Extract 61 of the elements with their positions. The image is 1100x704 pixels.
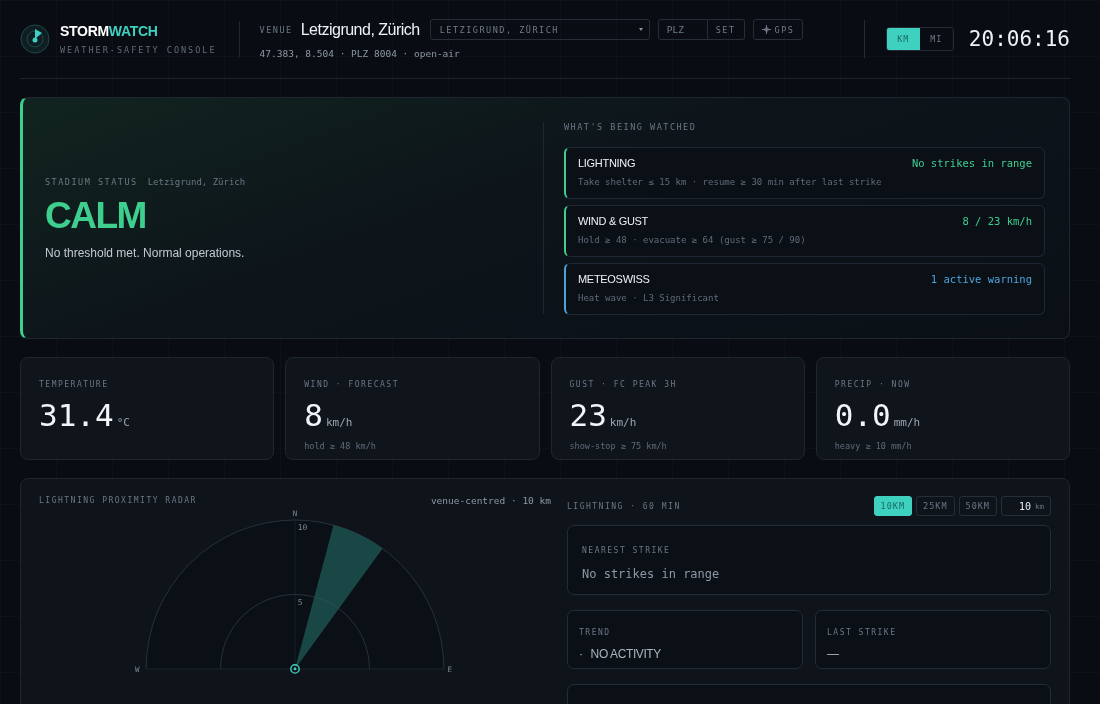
- watch-detail: Take shelter ≤ 15 km · resume ≥ 30 min after last strike: [578, 177, 883, 187]
- trend-label: TREND: [579, 628, 611, 637]
- last-strike-label: LAST STRIKE: [827, 628, 897, 637]
- brand-subtitle: WEATHER-SAFETY CONSOLE: [60, 45, 217, 55]
- north-label: N: [292, 509, 298, 519]
- unit-toggle[interactable]: MI: [919, 28, 953, 50]
- watch-detail: Hold ≥ 48 · evacuate ≥ 64 (gust ≥ 75 / 90): [578, 235, 807, 245]
- venue-label: VENUE: [259, 24, 293, 35]
- venue-marker-icon: [290, 664, 300, 674]
- metric-value: 8: [304, 397, 323, 433]
- metric-note: heavy ≥ 10 mm/h: [834, 441, 913, 451]
- metric-label: GUST · FC PEAK 3H: [569, 380, 677, 389]
- range-button[interactable]: 50KM: [958, 496, 997, 516]
- metric-label: WIND · FORECAST: [304, 380, 399, 389]
- metric-unit: km/h: [325, 416, 353, 429]
- plz-field[interactable]: PLZ: [657, 19, 708, 40]
- watch-reading: No strikes in range: [911, 157, 1032, 169]
- status-message: No threshold met. Normal operations.: [45, 245, 246, 260]
- venue-name: Letzigrund, Zürich: [300, 20, 420, 39]
- watch-name: METEOSWISS: [578, 273, 650, 285]
- east-label: E: [447, 664, 453, 674]
- metric-note: hold ≥ 48 km/h: [304, 441, 377, 451]
- range-button[interactable]: 25KM: [916, 496, 955, 516]
- unit-toggle[interactable]: KM: [886, 28, 920, 50]
- metric-unit: mm/h: [893, 416, 921, 429]
- metric-unit: °C: [116, 416, 130, 429]
- range-button[interactable]: 10KM: [873, 496, 913, 516]
- watch-detail: Heat wave · L3 Significant: [578, 293, 720, 303]
- crosshair-icon: [761, 25, 771, 34]
- watch-name: LIGHTNING: [578, 157, 636, 169]
- caret-icon: [638, 28, 643, 31]
- trend-value: NO ACTIVITY: [590, 647, 661, 661]
- set-button[interactable]: SET: [707, 19, 745, 40]
- metric-value: 23: [569, 397, 607, 433]
- status-location: Letzigrund, Zürich: [147, 176, 246, 187]
- metric-value: 0.0: [834, 397, 891, 433]
- radar-title: LIGHTNING PROXIMITY RADAR: [39, 496, 197, 505]
- metric-label: TEMPERATURE: [39, 380, 109, 389]
- venue-meta: 47.383, 8.504 · PLZ 8004 · open-air: [259, 48, 461, 59]
- last-strike-value: —: [827, 647, 840, 661]
- metric-note: show-stop ≥ 75 km/h: [569, 441, 668, 451]
- status-headline: CALM: [45, 194, 147, 237]
- watched-title: WHAT'S BEING WATCHED: [564, 122, 698, 132]
- lightning-title: LIGHTNING · 60 MIN: [567, 501, 681, 511]
- gps-button[interactable]: GPS: [752, 19, 804, 40]
- watch-reading: 1 active warning: [930, 273, 1032, 285]
- radar-logo-icon: [20, 24, 50, 54]
- venue-select[interactable]: LETZIGRUND, ZÜRICH: [429, 19, 650, 40]
- nearest-strike-value: No strikes in range: [582, 567, 721, 581]
- radar-meta: venue-centred · 10 km: [430, 495, 551, 506]
- metric-label: PRECIP · NOW: [834, 380, 911, 389]
- west-label: W: [134, 664, 140, 674]
- status-label: STADIUM STATUS: [45, 176, 138, 187]
- clock: 20:06:16: [968, 27, 1070, 51]
- trend-bullet: ·: [579, 647, 583, 661]
- nearest-strike-label: NEAREST STRIKE: [582, 546, 671, 555]
- brand-name: STORMWATCH: [60, 23, 159, 39]
- metric-value: 31.4: [39, 397, 114, 433]
- watch-name: WIND & GUST: [578, 215, 649, 227]
- watch-reading: 8 / 23 km/h: [962, 215, 1032, 227]
- metric-unit: km/h: [609, 416, 637, 429]
